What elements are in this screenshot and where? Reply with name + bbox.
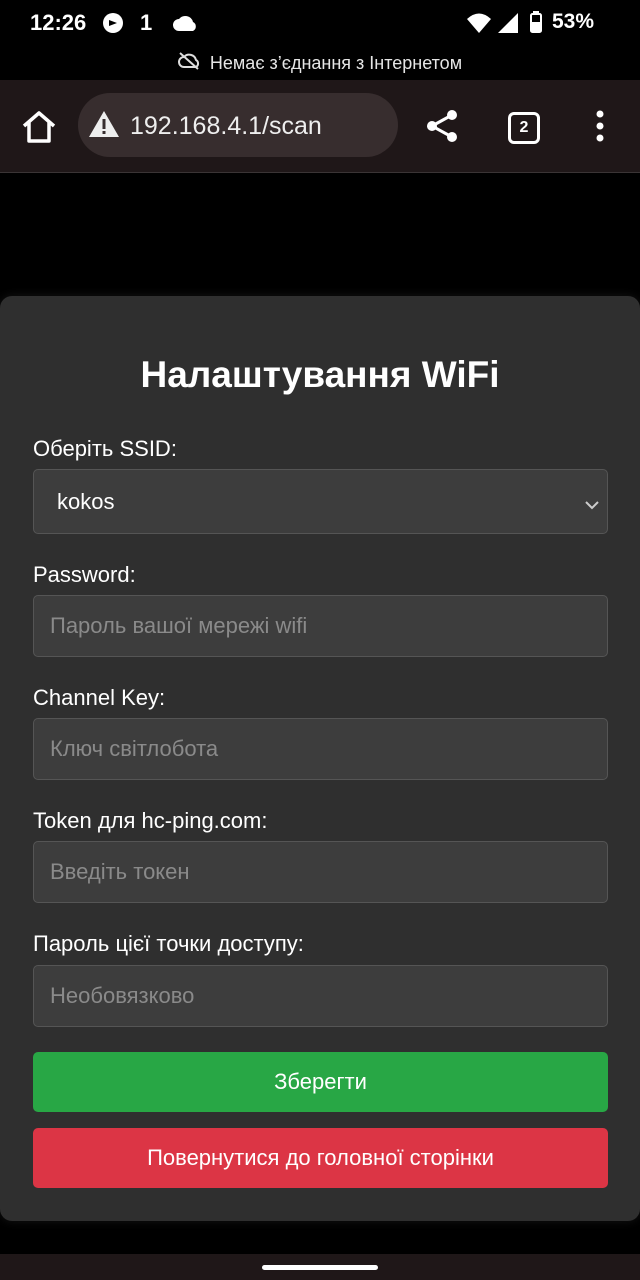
battery-icon bbox=[530, 11, 542, 38]
page-title: Налаштування WiFi bbox=[140, 354, 500, 395]
token-input[interactable] bbox=[33, 841, 608, 903]
status-bar: 12:26 1 53% bbox=[0, 0, 640, 46]
gesture-nav-bar bbox=[0, 1254, 640, 1280]
signal-icon bbox=[496, 12, 520, 39]
ssid-selected-value: kokos bbox=[57, 488, 115, 514]
screen-record-icon bbox=[102, 12, 124, 39]
cloud-off-icon bbox=[177, 51, 200, 75]
share-icon[interactable] bbox=[424, 108, 460, 144]
address-bar[interactable]: 192.168.4.1/scan bbox=[78, 93, 398, 157]
offline-banner: Немає з’єднання з Інтернетом bbox=[0, 46, 640, 80]
home-gesture-handle[interactable] bbox=[262, 1265, 378, 1270]
ssid-select[interactable]: kokos bbox=[33, 469, 608, 534]
ap-password-label: Пароль цієї точки доступу: bbox=[33, 931, 304, 956]
ap-password-input[interactable] bbox=[33, 965, 608, 1027]
browser-toolbar: 192.168.4.1/scan 2 bbox=[0, 80, 640, 173]
wifi-icon bbox=[466, 12, 492, 39]
chevron-down-icon bbox=[583, 492, 601, 518]
url-text[interactable]: 192.168.4.1/scan bbox=[130, 112, 322, 141]
status-time: 12:26 bbox=[30, 10, 87, 35]
channel-key-label: Channel Key: bbox=[33, 685, 166, 710]
wifi-settings-card: Налаштування WiFi Оберіть SSID: kokos Pa… bbox=[0, 296, 640, 1221]
channel-key-input[interactable] bbox=[33, 718, 608, 780]
more-vert-icon[interactable] bbox=[590, 108, 610, 144]
battery-percent: 53% bbox=[551, 10, 594, 33]
cloud-icon bbox=[172, 14, 198, 37]
token-label: Token для hc-ping.com: bbox=[33, 808, 268, 833]
offline-text: Немає з’єднання з Інтернетом bbox=[209, 52, 463, 73]
ssid-label: Оберіть SSID: bbox=[33, 436, 177, 461]
home-icon[interactable] bbox=[20, 108, 58, 146]
password-input[interactable] bbox=[33, 595, 608, 657]
password-label: Password: bbox=[33, 562, 136, 587]
save-button[interactable]: Зберегти bbox=[33, 1052, 608, 1112]
tabs-icon[interactable]: 2 bbox=[508, 112, 540, 144]
warning-icon[interactable] bbox=[88, 110, 120, 143]
back-to-home-button[interactable]: Повернутися до головної сторінки bbox=[33, 1128, 608, 1188]
notification-count: 1 bbox=[140, 10, 153, 35]
